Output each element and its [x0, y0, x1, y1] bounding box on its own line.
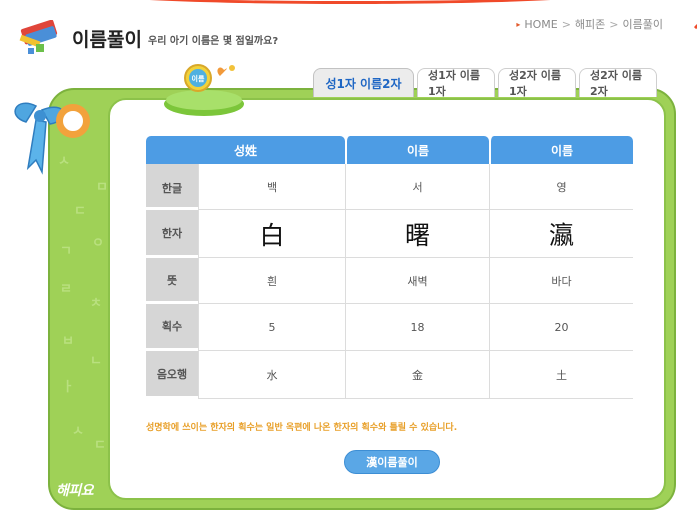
cell-value: 金	[345, 351, 489, 399]
breadcrumb: ▸ HOME > 해피존 > 이름풀이	[516, 16, 663, 32]
chevron-right-icon: >	[609, 17, 619, 31]
cell-value: 바다	[489, 258, 633, 304]
footer-logo: 해피요	[56, 483, 94, 499]
row-label-hanja: 한자	[146, 210, 198, 258]
page-title: 이름풀이	[72, 29, 142, 51]
row-label-hangul: 한글	[146, 164, 198, 210]
cell-value: 새벽	[345, 258, 489, 304]
page-subtitle: 우리 아기 이름은 몇 점일까요?	[148, 36, 279, 47]
tab-surname2-name2[interactable]: 성2자 이름2자	[579, 68, 657, 98]
breadcrumb-current: 이름풀이	[622, 18, 663, 31]
stroke-count-note: 성명학에 쓰이는 한자의 획수는 일반 옥편에 나온 한자의 획수와 틀릴 수 …	[146, 423, 458, 433]
cell-value: 18	[345, 304, 489, 351]
cell-value: 瀛	[489, 210, 633, 258]
tab-surname1-name2[interactable]: 성1자 이름2자	[313, 68, 414, 97]
cell-value: 曙	[345, 210, 489, 258]
chevron-right-icon: >	[561, 17, 571, 31]
table-row-meaning: 뜻 흰 새벽 바다	[146, 258, 633, 304]
cell-value: 영	[489, 164, 633, 210]
name-analysis-table: 성姓 이름 이름 한글 백 서 영 한자 白 曙 瀛 뜻 흰 새벽 바다 획수 …	[146, 136, 633, 399]
cell-value: 20	[489, 304, 633, 351]
table-row-hangul: 한글 백 서 영	[146, 164, 633, 210]
name-badge-icon: 이름	[164, 64, 244, 116]
breadcrumb-home[interactable]: HOME	[524, 18, 557, 31]
decorative-top-arc	[90, 0, 610, 4]
table-row-five-elements: 음오행 水 金 土	[146, 351, 633, 399]
tab-bar: 성1자 이름2자 성1자 이름1자 성2자 이름1자 성2자 이름2자	[313, 68, 657, 98]
cell-value: 흰	[198, 258, 345, 304]
row-label-meaning: 뜻	[146, 258, 198, 304]
cell-value: 土	[489, 351, 633, 399]
decorative-right-arc	[687, 20, 697, 80]
cell-value: 서	[345, 164, 489, 210]
tab-surname1-name1[interactable]: 성1자 이름1자	[417, 68, 495, 98]
table-row-hanja: 한자 白 曙 瀛	[146, 210, 633, 258]
book-logo-icon	[19, 20, 58, 54]
row-label-strokes: 획수	[146, 304, 198, 351]
orange-ring-icon	[56, 104, 90, 138]
table-row-strokes: 획수 5 18 20	[146, 304, 633, 351]
bullet-icon: ▸	[516, 19, 521, 29]
header-surname: 성姓	[146, 136, 345, 164]
header-name-1: 이름	[345, 136, 489, 164]
tab-surname2-name1[interactable]: 성2자 이름1자	[498, 68, 576, 98]
cell-value: 5	[198, 304, 345, 351]
hanja-name-analysis-button[interactable]: 漢이름풀이	[344, 450, 440, 474]
header-name-2: 이름	[489, 136, 633, 164]
breadcrumb-happyzone[interactable]: 해피존	[575, 16, 605, 32]
cell-value: 水	[198, 351, 345, 399]
badge-label: 이름	[192, 74, 205, 83]
cell-value: 白	[198, 210, 345, 258]
cell-value: 백	[198, 164, 345, 210]
row-label-five-elements: 음오행	[146, 351, 198, 399]
